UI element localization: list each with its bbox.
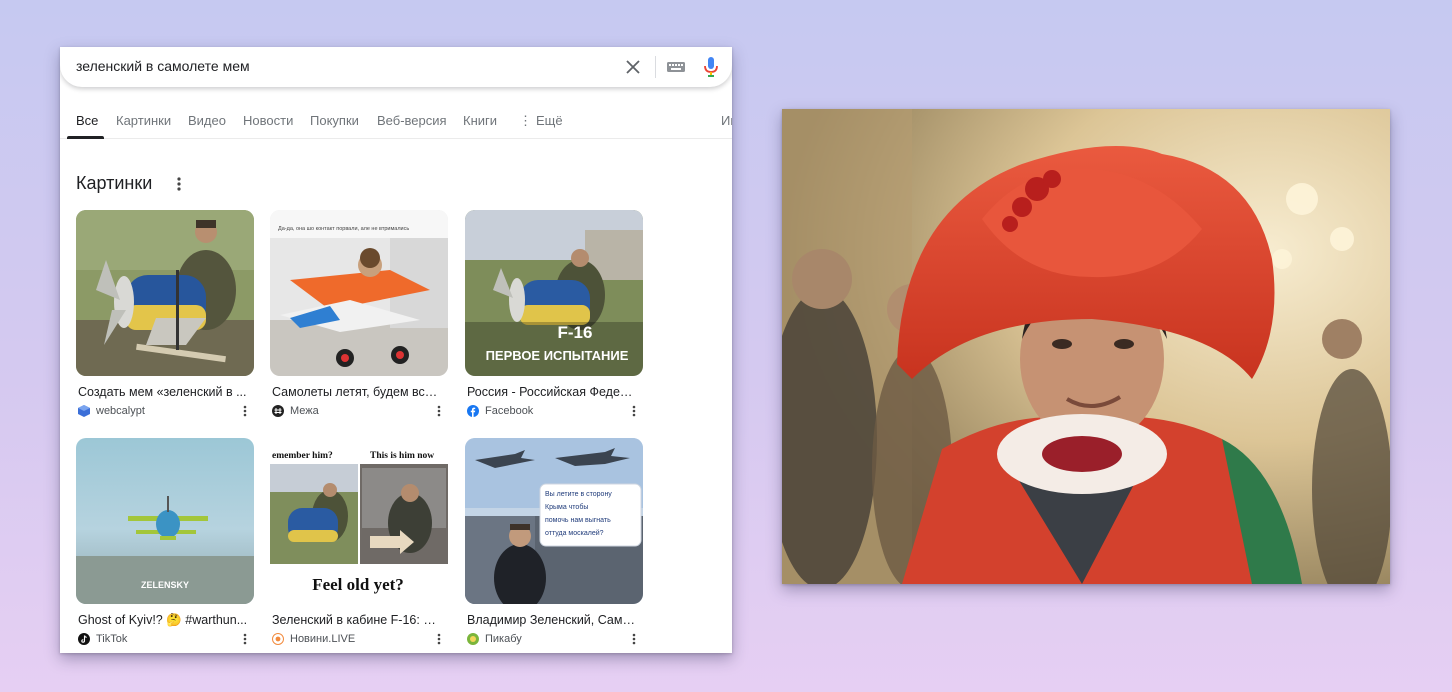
result-thumbnail[interactable]: ZELENSKY [76,438,254,604]
result-more-icon[interactable] [630,632,638,646]
keyboard-icon[interactable] [666,59,686,75]
tiktok-logo-icon [78,633,90,645]
thumb-bubble-line3: помочь нам выгнать [545,517,611,524]
tab-more-label: Ещё [536,113,563,128]
result-more-icon[interactable] [435,404,443,418]
thumb-subheadline: ПЕРВОЕ ИСПЫТАНИЕ [486,348,629,363]
result-source[interactable]: webcalypt [78,404,145,418]
result-source-name: TikTok [96,633,128,645]
search-query-text[interactable]: зеленский в самолете мем [76,58,250,74]
more-vert-icon: ⋮ [519,113,532,128]
image-result-1[interactable]: Создать мем «зеленский в ... webcalypt [76,210,254,420]
costume-photo [782,109,1390,584]
result-source[interactable]: Пикабу [467,632,522,646]
search-bar[interactable]: зеленский в самолете мем [60,47,732,87]
thumb-caption: ZELENSKY [141,580,189,590]
section-more-icon[interactable] [173,176,185,192]
clear-icon[interactable] [623,57,643,77]
result-source[interactable]: Межа [272,404,319,418]
search-results-screenshot: зеленский в самолете мем Все Картинки Ви… [60,47,732,653]
result-source-name: Facebook [485,405,534,417]
result-title[interactable]: Самолеты летят, будем все... [272,385,442,399]
thumb-left-caption: emember him? [272,451,333,461]
result-more-icon[interactable] [241,632,249,646]
thumb-bubble-line2: Крыма чтобы [545,503,588,511]
thumb-bottom-caption: Feel old yet? [312,575,404,594]
microphone-icon[interactable] [703,56,719,78]
result-thumbnail[interactable]: F-16 ПЕРВОЕ ИСПЫТАНИЕ [465,210,643,376]
image-result-3[interactable]: F-16 ПЕРВОЕ ИСПЫТАНИЕ Россия - Российска… [465,210,643,420]
tab-images[interactable]: Картинки [116,113,171,128]
thumb-headline: F-16 [558,323,593,342]
pikabu-logo-icon [467,633,479,645]
result-title[interactable]: Зеленский в кабине F-16: ук... [272,613,442,627]
result-title[interactable]: Владимир Зеленский, Само... [467,613,637,627]
tab-tools[interactable]: Ин [721,113,732,128]
tab-more[interactable]: ⋮ Ещё [519,113,563,129]
result-thumbnail[interactable]: emember him? This is him now Feel old ye… [270,438,448,604]
result-source-name: webcalypt [96,405,145,417]
tab-shopping[interactable]: Покупки [310,113,359,128]
active-tab-indicator [67,136,104,139]
result-source-name: Новини.LIVE [290,633,356,645]
image-result-2[interactable]: Да-да, она шо контакт порвали, але не вт… [270,210,448,420]
result-source-name: Межа [290,405,319,417]
result-more-icon[interactable] [435,632,443,646]
tab-all[interactable]: Все [76,113,98,128]
thumb-caption: Да-да, она шо контакт порвали, але не вт… [278,226,409,232]
novyny-live-logo-icon [272,633,284,645]
mezha-logo-icon [272,405,284,417]
result-source-name: Пикабу [485,633,522,645]
thumb-bubble-line4: оттуда москалей? [545,529,604,537]
thumb-right-caption: This is him now [370,451,434,461]
image-result-6[interactable]: Вы летите в сторону Крыма чтобы помочь н… [465,438,643,648]
tab-news[interactable]: Новости [243,113,293,128]
thumb-bubble-line1: Вы летите в сторону [545,491,612,498]
result-title[interactable]: Создать мем «зеленский в ... [78,385,248,399]
result-more-icon[interactable] [630,404,638,418]
result-title[interactable]: Россия - Российская Федер... [467,385,637,399]
search-bar-divider [655,56,656,78]
result-thumbnail[interactable] [76,210,254,376]
result-more-icon[interactable] [241,404,249,418]
result-title[interactable]: Ghost of Kyiv!? 🤔 #warthun... [78,613,248,628]
tab-books[interactable]: Книги [463,113,497,128]
result-thumbnail[interactable]: Вы летите в сторону Крыма чтобы помочь н… [465,438,643,604]
image-result-5[interactable]: emember him? This is him now Feel old ye… [270,438,448,648]
webcalypt-cube-icon [78,405,90,417]
result-source[interactable]: Facebook [467,404,533,418]
result-thumbnail[interactable]: Да-да, она шо контакт порвали, але не вт… [270,210,448,376]
result-source[interactable]: TikTok [78,632,127,646]
tab-web[interactable]: Веб-версия [377,113,447,128]
images-section-title: Картинки [76,173,153,193]
result-source[interactable]: Новини.LIVE [272,632,355,646]
tab-video[interactable]: Видео [188,113,226,128]
search-tabs: Все Картинки Видео Новости Покупки Веб-в… [60,107,732,139]
facebook-logo-icon [467,405,479,417]
image-result-4[interactable]: ZELENSKY Ghost of Kyiv!? 🤔 #warthun... T… [76,438,254,648]
